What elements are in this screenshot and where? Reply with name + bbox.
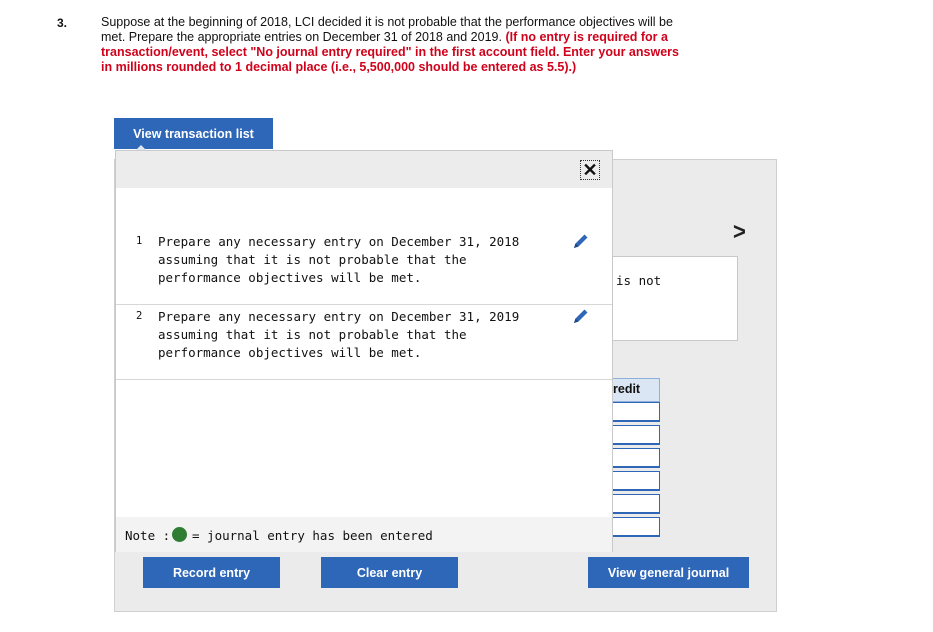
- transaction-list-popup: ✕ 1 Prepare any necessary entry on Decem…: [115, 150, 613, 552]
- credit-input[interactable]: [612, 402, 660, 422]
- transaction-item[interactable]: 2 Prepare any necessary entry on Decembe…: [116, 304, 612, 380]
- transaction-description-box: is not: [607, 256, 738, 341]
- close-icon[interactable]: ✕: [580, 160, 600, 180]
- transaction-number: 2: [136, 310, 143, 322]
- credit-input[interactable]: [612, 448, 660, 468]
- legend-note: Note : = journal entry has been entered: [116, 517, 612, 552]
- clear-entry-button[interactable]: Clear entry: [321, 557, 458, 588]
- transaction-text: Prepare any necessary entry on December …: [158, 234, 520, 285]
- question-text: Suppose at the beginning of 2018, LCI de…: [101, 15, 681, 75]
- view-general-journal-button[interactable]: View general journal: [588, 557, 749, 588]
- record-entry-button[interactable]: Record entry: [143, 557, 280, 588]
- transaction-text: Prepare any necessary entry on December …: [158, 309, 520, 360]
- question-number: 3.: [57, 16, 68, 30]
- chevron-right-icon[interactable]: >: [733, 218, 746, 247]
- transaction-item[interactable]: 1 Prepare any necessary entry on Decembe…: [116, 229, 612, 305]
- credit-input[interactable]: [612, 425, 660, 445]
- note-text: = journal entry has been entered: [192, 528, 433, 543]
- note-label: Note :: [125, 528, 171, 543]
- entered-indicator-icon: [172, 527, 187, 542]
- pencil-icon[interactable]: [571, 306, 591, 326]
- transaction-number: 1: [136, 235, 143, 247]
- description-fragment: is not: [616, 273, 662, 288]
- popup-header: ✕: [116, 151, 612, 188]
- credit-input[interactable]: [612, 517, 660, 537]
- pencil-icon[interactable]: [571, 231, 591, 251]
- credit-input[interactable]: [612, 471, 660, 491]
- credit-column-header: redit: [612, 378, 660, 402]
- credit-input[interactable]: [612, 494, 660, 514]
